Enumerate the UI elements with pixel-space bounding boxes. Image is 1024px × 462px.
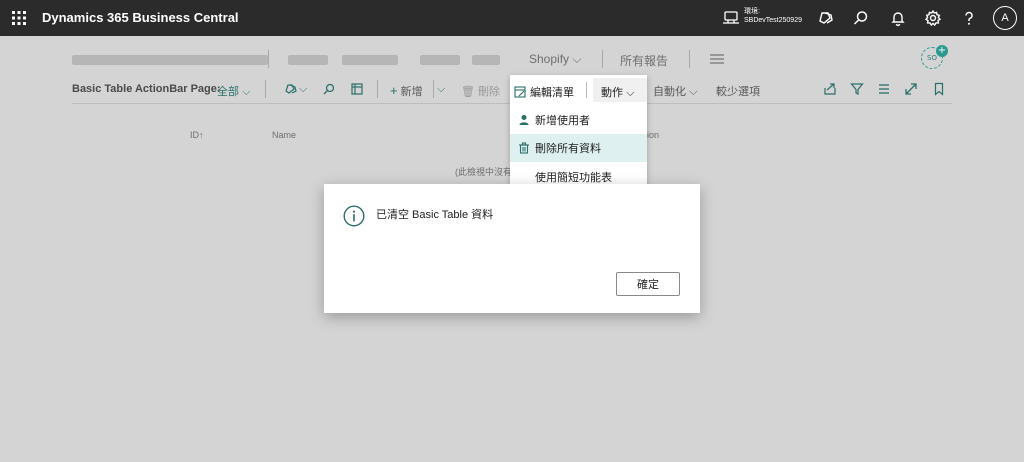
edit-list-label: 編輯清單 <box>530 87 574 99</box>
view-filter-dropdown[interactable]: 全部 ⌵ <box>217 83 250 99</box>
search-icon[interactable] <box>322 82 336 96</box>
environment-name: SBDevTest250929 <box>744 17 802 24</box>
chevron-down-icon: ⌵ <box>689 86 698 98</box>
nav-item-blurred <box>420 55 460 65</box>
trash-icon <box>519 142 529 154</box>
expand-icon[interactable] <box>904 82 918 96</box>
edit-list-icon[interactable] <box>350 82 364 96</box>
chevron-down-icon: ⌵ <box>626 87 635 99</box>
share-icon[interactable] <box>823 82 837 96</box>
actions-menu: 編輯清單 動作 ⌵ 新增使用者 刪除所有資料 使用簡短功能表 <box>510 75 647 191</box>
edit-list-button[interactable]: 編輯清單 <box>514 84 574 100</box>
automate-dropdown[interactable]: 自動化 ⌵ <box>653 83 697 99</box>
menu-item-label: 使用簡短功能表 <box>535 172 612 184</box>
info-icon <box>343 205 365 227</box>
nav-link-all-reports[interactable]: 所有報告 <box>620 52 668 69</box>
chevron-down-icon: ⌵ <box>242 86 251 98</box>
bookmark-icon[interactable] <box>932 82 946 96</box>
hamburger-menu-icon[interactable] <box>709 53 725 65</box>
nav-item-blurred <box>342 55 398 65</box>
top-bar: Dynamics 365 Business Central 環境: SBDevT… <box>0 0 1024 36</box>
copilot-icon[interactable] <box>284 82 298 96</box>
actionbar-separator <box>433 80 434 98</box>
column-header-id[interactable]: ID↑ <box>190 130 204 140</box>
nav-link-shopify-label: Shopify <box>529 52 570 66</box>
menu-item-label: 刪除所有資料 <box>535 143 601 155</box>
ok-button[interactable]: 確定 <box>616 272 680 296</box>
actions-tab[interactable]: 動作 ⌵ <box>593 78 647 102</box>
trash-icon: 🗑 <box>461 86 475 98</box>
nav-separator <box>268 50 269 68</box>
help-icon[interactable] <box>960 9 978 27</box>
new-button-label: 新增 <box>400 86 423 98</box>
fewer-options-button[interactable]: 較少選項 <box>716 83 760 99</box>
environment-icon <box>723 11 739 24</box>
dialog-message: 已清空 Basic Table 資料 <box>376 209 494 221</box>
actions-tab-label: 動作 <box>601 87 623 99</box>
plus-icon: + <box>390 83 398 98</box>
message-dialog: 已清空 Basic Table 資料 確定 <box>324 184 700 313</box>
menu-item-delete-all-data[interactable]: 刪除所有資料 <box>510 134 647 162</box>
company-name-blurred <box>72 55 268 65</box>
app-title[interactable]: Dynamics 365 Business Central <box>42 10 239 25</box>
app-launcher-icon[interactable] <box>10 9 28 27</box>
add-badge-icon[interactable]: + <box>936 45 948 57</box>
list-view-icon[interactable] <box>877 82 891 96</box>
menu-item-label: 新增使用者 <box>535 115 590 127</box>
user-avatar[interactable]: A <box>993 6 1017 30</box>
menu-item-add-user[interactable]: 新增使用者 <box>510 106 647 134</box>
environment-label: 環境: <box>744 8 760 15</box>
nav-separator <box>689 50 690 68</box>
gear-icon[interactable] <box>924 9 942 27</box>
column-header-description[interactable]: ion <box>647 130 659 140</box>
empty-list-message: (此檢視中沒有 <box>455 167 512 177</box>
edit-list-icon <box>514 86 526 98</box>
delete-button-label: 刪除 <box>478 86 501 98</box>
chevron-down-icon: ⌵ <box>572 52 582 66</box>
nav-link-shopify[interactable]: Shopify ⌵ <box>529 52 581 67</box>
actionbar-separator <box>265 80 266 98</box>
page-caption: Basic Table ActionBar Page: <box>72 83 221 95</box>
chevron-down-icon[interactable]: ⌵ <box>299 83 307 96</box>
actions-menu-header: 編輯清單 動作 ⌵ <box>510 75 647 105</box>
menu-separator <box>586 82 587 98</box>
nav-item-blurred <box>472 55 500 65</box>
nav-item-blurred <box>288 55 328 65</box>
copilot-icon[interactable] <box>817 9 835 27</box>
delete-button[interactable]: 🗑 刪除 <box>461 83 500 99</box>
nav-separator <box>602 50 603 68</box>
new-button[interactable]: + 新增 <box>390 83 423 99</box>
environment-indicator[interactable]: 環境: SBDevTest250929 <box>744 7 802 25</box>
actionbar-separator <box>377 80 378 98</box>
bell-icon[interactable] <box>889 9 907 27</box>
column-header-name[interactable]: Name <box>272 130 296 140</box>
chevron-down-icon[interactable]: ⌵ <box>437 83 445 96</box>
view-filter-label: 全部 <box>217 86 239 98</box>
search-icon[interactable] <box>852 9 870 27</box>
user-icon <box>519 115 529 125</box>
automate-label: 自動化 <box>653 86 686 98</box>
filter-icon[interactable] <box>850 82 864 96</box>
